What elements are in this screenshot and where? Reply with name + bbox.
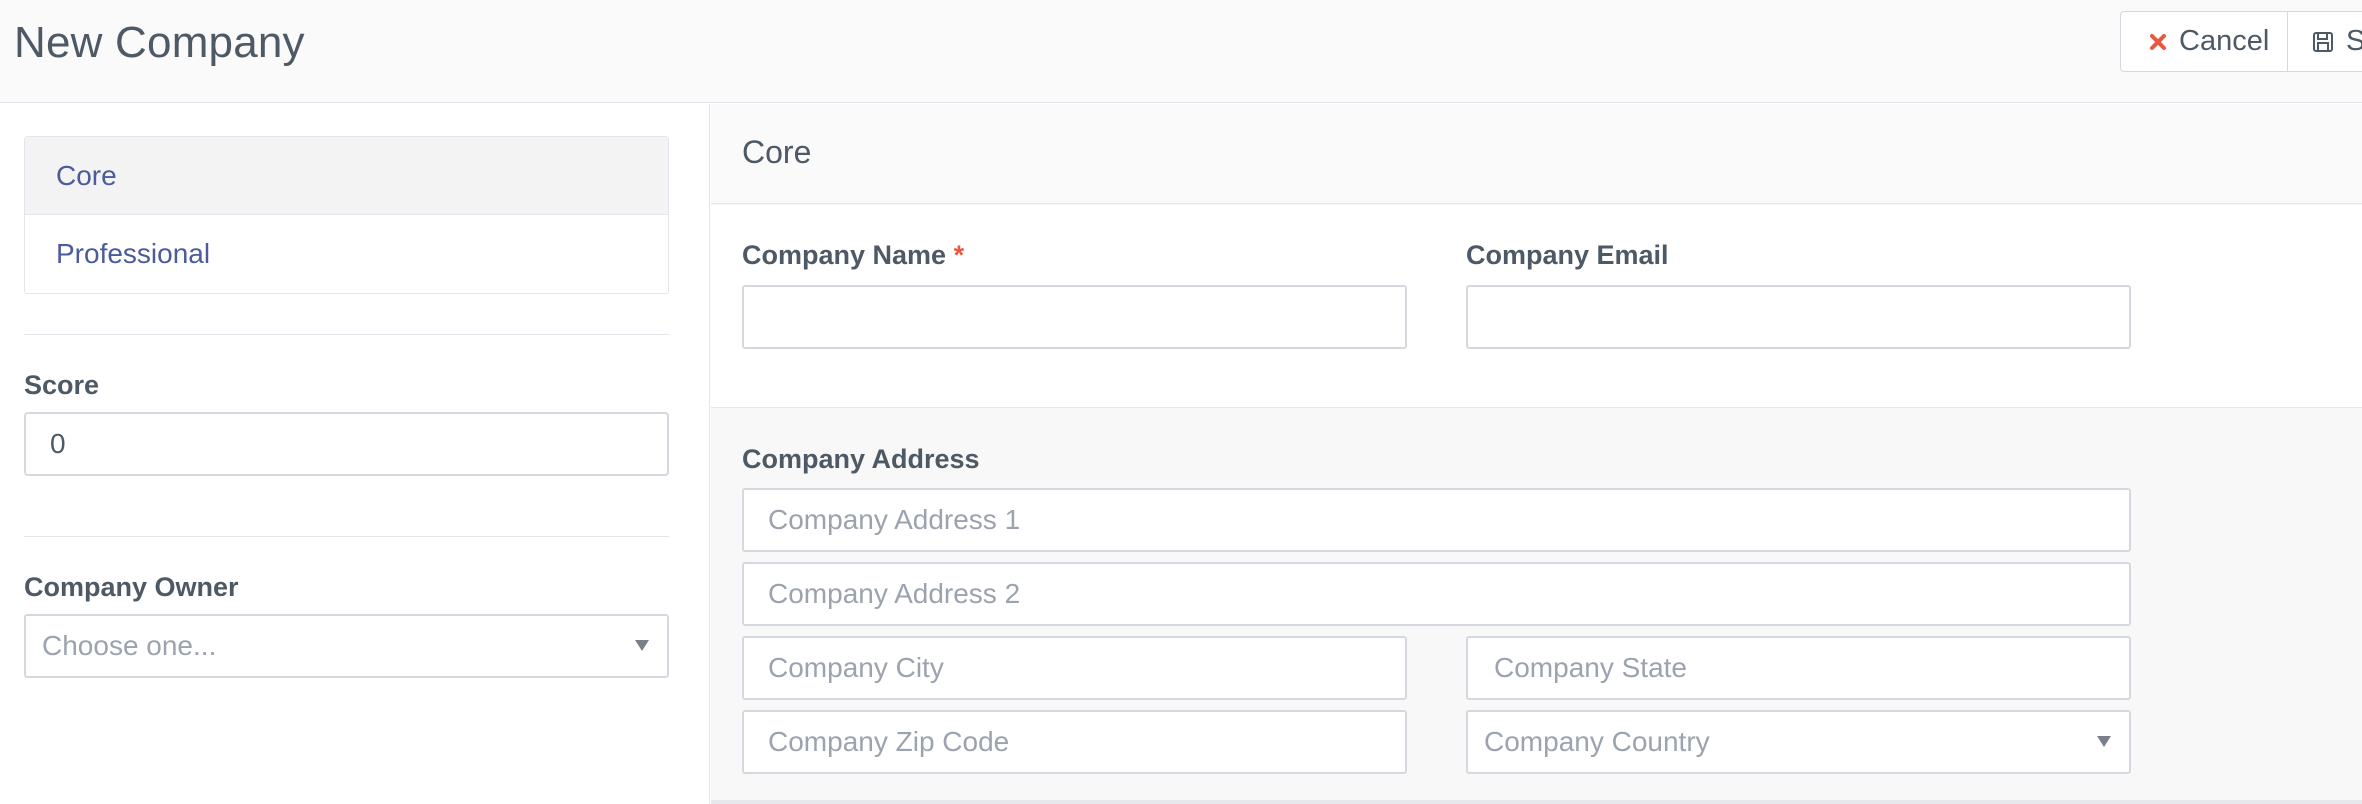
floppy-disk-icon [2312, 31, 2334, 53]
page-title: New Company [14, 18, 305, 67]
company-name-label: Company Name * [742, 240, 964, 271]
company-owner-select[interactable]: Choose one... [24, 614, 669, 678]
caret-down-icon [2097, 736, 2111, 747]
company-basic-panel: Company Name * Company Email [711, 205, 2362, 408]
score-input[interactable]: 0 [24, 412, 669, 476]
main-content: Core Company Name * Company Email Compan… [711, 104, 2362, 804]
company-zip-input[interactable]: Company Zip Code [742, 710, 1407, 774]
caret-down-icon [635, 640, 649, 651]
company-name-input[interactable] [742, 285, 1407, 349]
cancel-button-label: Cancel [2179, 25, 2270, 57]
company-owner-placeholder: Choose one... [42, 630, 217, 661]
cancel-button[interactable]: Cancel [2120, 11, 2288, 72]
section-nav: Core Professional [24, 136, 669, 294]
page-header: New Company Cancel Sa [0, 0, 2362, 103]
close-icon [2149, 33, 2167, 51]
sidebar: Core Professional Score 0 Company Owner … [0, 104, 710, 804]
score-label: Score [24, 370, 100, 400]
company-state-input[interactable]: Company State [1466, 636, 2131, 700]
sidebar-divider [24, 334, 669, 335]
header-button-group: Cancel Sa [2120, 11, 2362, 72]
panel-bottom-border [711, 800, 2362, 804]
save-button[interactable]: Sa [2288, 11, 2362, 72]
company-name-label-text: Company Name [742, 240, 947, 270]
company-address-2-input[interactable]: Company Address 2 [742, 562, 2131, 626]
company-owner-label: Company Owner [24, 572, 239, 602]
company-city-input[interactable]: Company City [742, 636, 1407, 700]
required-marker: * [953, 240, 965, 270]
company-email-label: Company Email [1466, 240, 1669, 270]
company-email-input[interactable] [1466, 285, 2131, 349]
company-address-1-input[interactable]: Company Address 1 [742, 488, 2131, 552]
company-country-placeholder: Company Country [1484, 726, 1710, 757]
save-button-label: Sa [2346, 25, 2362, 57]
section-header: Core [711, 104, 2362, 204]
nav-item-core[interactable]: Core [25, 137, 668, 215]
sidebar-divider [24, 536, 669, 537]
company-address-label: Company Address [742, 444, 980, 474]
company-country-select[interactable]: Company Country [1466, 710, 2131, 774]
nav-item-professional[interactable]: Professional [25, 215, 668, 293]
section-title: Core [742, 134, 812, 170]
company-address-panel: Company Address Company Address 1 Compan… [711, 409, 2362, 804]
